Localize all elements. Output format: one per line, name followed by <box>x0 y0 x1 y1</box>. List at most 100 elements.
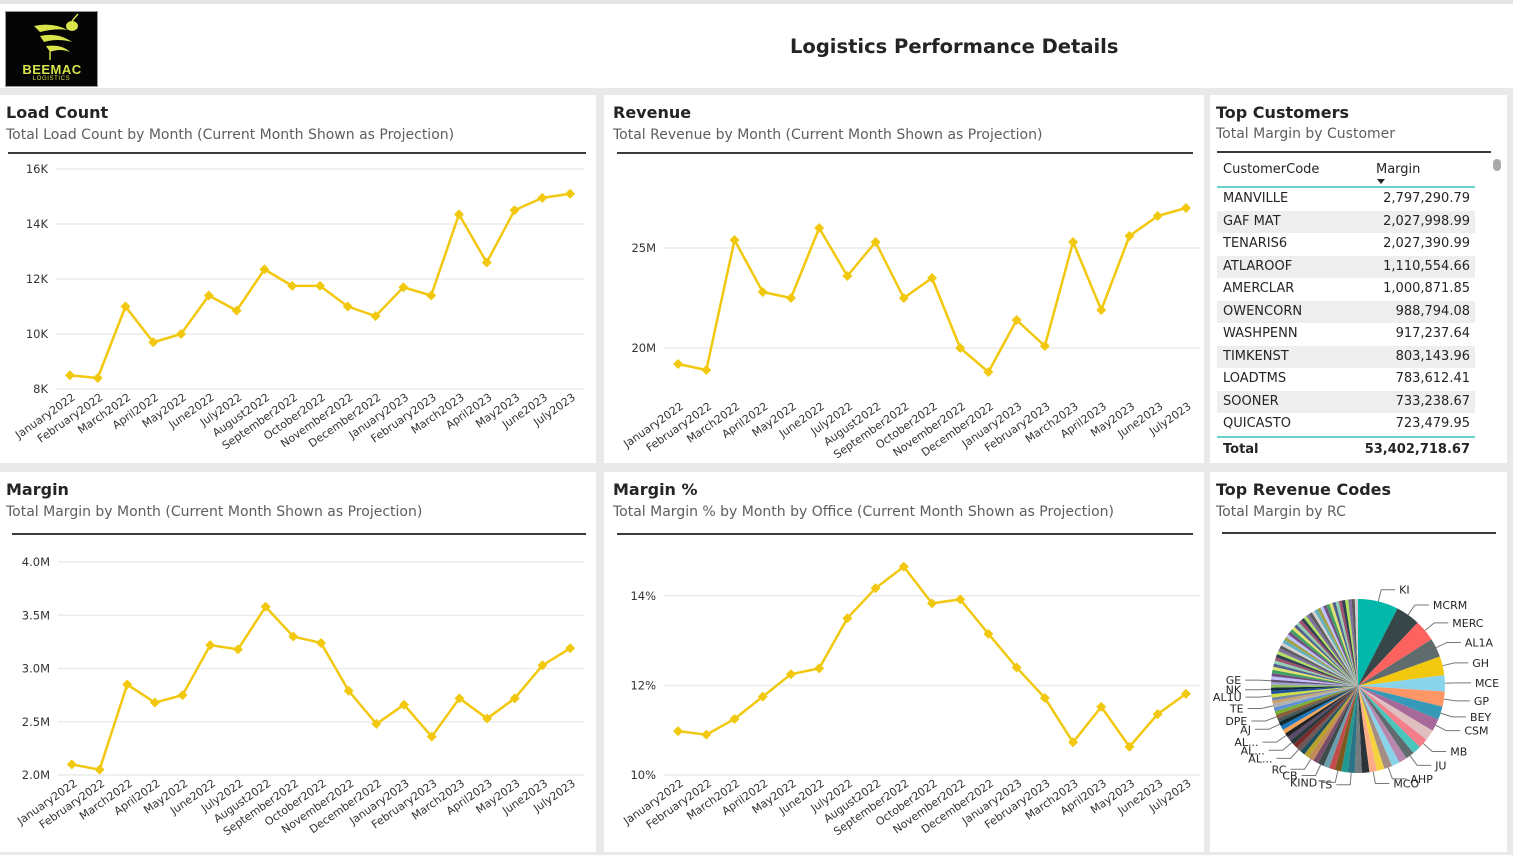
data-point-marker[interactable] <box>565 188 576 199</box>
table-row[interactable]: WASHPENN 917,237.64 <box>1217 323 1475 346</box>
pie-slice-label: TS <box>1318 779 1333 792</box>
data-point-marker[interactable] <box>757 287 768 297</box>
margin-chart[interactable]: 2.0M2.5M3.0M3.5M4.0MJanuary2022February2… <box>0 472 596 852</box>
pie-leader-line <box>1245 695 1272 698</box>
table-total-row: Total 53,402,718.67 <box>1217 435 1475 462</box>
data-point-marker[interactable] <box>785 293 796 303</box>
table-row[interactable]: GAF MAT 2,027,998.99 <box>1217 210 1475 233</box>
logo-brand-text: BEEMAC <box>22 62 82 77</box>
table-row[interactable]: AMERCLAR 1,000,871.85 <box>1217 278 1475 301</box>
pie-leader-line <box>1435 724 1461 732</box>
y-tick-label: 12% <box>630 678 656 692</box>
pie-slice-label: BEY <box>1470 711 1491 724</box>
margin-value: 803,143.96 <box>1395 348 1470 364</box>
margin-panel[interactable]: Margin Total Margin by Month (Current Mo… <box>0 472 596 852</box>
pie-leader-line <box>1372 771 1390 784</box>
table-row[interactable]: QUICASTO 723,479.95 <box>1217 413 1475 436</box>
pie-slice-label: MCRM <box>1433 599 1467 612</box>
column-header-customercode[interactable]: CustomerCode <box>1223 162 1319 177</box>
data-point-marker[interactable] <box>316 637 326 648</box>
y-tick-label: 16K <box>26 162 49 176</box>
data-point-marker[interactable] <box>177 690 188 701</box>
margin-value: 917,237.64 <box>1395 326 1470 341</box>
data-point-marker[interactable] <box>64 370 75 381</box>
data-point-marker[interactable] <box>205 640 216 651</box>
revenue-panel[interactable]: Revenue Total Revenue by Month (Current … <box>604 95 1204 463</box>
logo-sub-text: LOGISTICS <box>32 76 71 82</box>
pie-slice-label: CSM <box>1464 725 1488 738</box>
data-point-marker[interactable] <box>701 729 712 740</box>
table-row[interactable]: TIMKENST 803,143.96 <box>1217 345 1475 368</box>
pie-leader-line <box>1422 743 1447 752</box>
margin-pct-chart[interactable]: 10%12%14%January2022February2022March202… <box>604 472 1204 852</box>
margin-value: 988,794.08 <box>1395 303 1470 319</box>
y-tick-label: 25M <box>631 241 656 255</box>
pie-slice-label: GH <box>1472 657 1489 670</box>
data-point-marker[interactable] <box>673 726 684 737</box>
margin-value: 723,479.95 <box>1395 416 1470 431</box>
table-body: MANVILLE 2,797,290.79 GAF MAT 2,027,998.99 T… <box>1217 188 1475 436</box>
y-tick-label: 2.5M <box>22 715 50 729</box>
load-count-chart[interactable]: 8K10K12K14K16KJanuary2022February2022Mar… <box>0 95 596 463</box>
pie-slice-label: MB <box>1450 745 1467 758</box>
top-customers-panel[interactable]: Top Customers Total Margin by Customer C… <box>1210 95 1507 463</box>
y-tick-label: 14K <box>26 217 49 231</box>
revenue-codes-pie-chart[interactable]: KIMCRMMERCAL1AGHMCEGPBEYCSMMBJUAHPMCOTSK… <box>1210 472 1507 852</box>
pie-slice-label: MCE <box>1475 677 1499 690</box>
table-row[interactable]: LOADTMS 783,612.41 <box>1217 368 1475 391</box>
data-point-marker[interactable] <box>701 365 712 375</box>
pie-slice-label: MCO <box>1393 777 1419 790</box>
table-row[interactable]: MANVILLE 2,797,290.79 <box>1217 188 1475 211</box>
data-point-marker[interactable] <box>453 209 464 220</box>
pie-slice-label: TE <box>1229 703 1244 716</box>
top-revenue-codes-panel[interactable]: Top Revenue Codes Total Margin by RC KI M… <box>1210 472 1507 852</box>
y-tick-label: 3.0M <box>22 662 50 676</box>
data-point-marker[interactable] <box>92 373 103 383</box>
series-line <box>677 565 1187 749</box>
y-tick-label: 14% <box>630 589 656 603</box>
table-scrollbar[interactable] <box>1493 159 1501 171</box>
data-point-marker[interactable] <box>509 205 520 216</box>
pie-slice-label: JU <box>1434 759 1446 772</box>
data-point-marker[interactable] <box>1068 237 1079 247</box>
pie-leader-line <box>1336 772 1352 786</box>
data-point-marker[interactable] <box>66 759 77 770</box>
table-row[interactable]: TENARIS6 2,027,390.99 <box>1217 233 1475 256</box>
table-row[interactable]: ATLAROOF 1,110,554.66 <box>1217 255 1475 278</box>
table-header: CustomerCode Margin <box>1217 152 1475 188</box>
pie-leader-line <box>1245 679 1272 682</box>
column-header-margin[interactable]: Margin <box>1376 162 1420 177</box>
table-row[interactable]: SOONER 733,238.67 <box>1217 390 1475 413</box>
load-count-panel[interactable]: Load Count Total Load Count by Month (Cu… <box>0 95 596 463</box>
customer-code: ATLAROOF <box>1223 258 1293 274</box>
pie-leader-line <box>1268 742 1293 751</box>
pie-slice-label: RC <box>1272 763 1287 776</box>
data-point-marker[interactable] <box>537 192 548 203</box>
data-point-marker[interactable] <box>94 764 105 775</box>
data-point-marker[interactable] <box>1180 203 1191 213</box>
pie-slice-label: DPE <box>1225 715 1247 728</box>
table-row[interactable]: OWENCORN 988,794.08 <box>1217 300 1475 323</box>
data-point-marker[interactable] <box>729 235 740 245</box>
y-tick-label: 20M <box>631 341 656 355</box>
panel-title: Top Customers <box>1216 103 1350 122</box>
customer-code: WASHPENN <box>1223 326 1298 341</box>
margin-pct-panel[interactable]: Margin % Total Margin % by Month by Offi… <box>604 472 1204 852</box>
margin-value: 2,027,390.99 <box>1383 236 1470 251</box>
series-line <box>71 605 571 771</box>
data-point-marker[interactable] <box>426 290 437 301</box>
data-point-marker[interactable] <box>1096 305 1107 315</box>
customer-code: TIMKENST <box>1223 348 1289 364</box>
panel-subtitle: Total Margin by Customer <box>1216 126 1396 142</box>
y-tick-label: 3.5M <box>22 608 50 622</box>
margin-value: 2,027,998.99 <box>1383 213 1470 229</box>
data-point-marker[interactable] <box>814 663 825 674</box>
revenue-chart[interactable]: 20M25MJanuary2022February2022March2022Ap… <box>604 95 1204 463</box>
pie-leader-line <box>1440 712 1467 718</box>
bee-icon <box>34 13 79 60</box>
data-point-marker[interactable] <box>673 359 684 369</box>
total-value: 53,402,718.67 <box>1364 441 1470 457</box>
sort-descending-icon[interactable] <box>1377 179 1385 184</box>
data-point-marker[interactable] <box>481 257 492 268</box>
customer-code: MANVILLE <box>1223 191 1289 206</box>
